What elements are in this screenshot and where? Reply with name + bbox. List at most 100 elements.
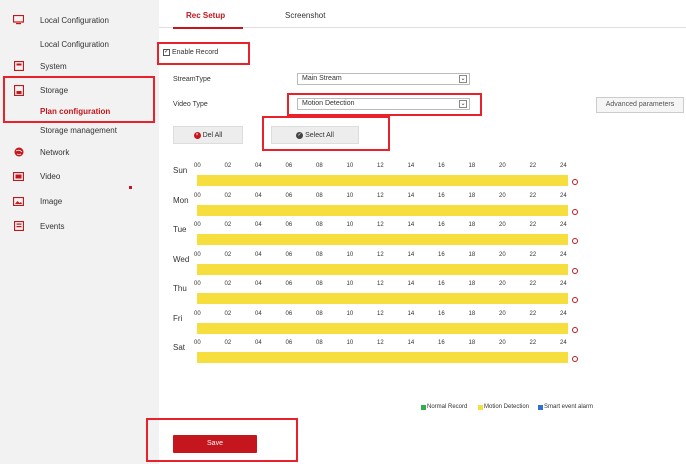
hour-tick-label: 22 — [529, 281, 537, 287]
hour-tick-label: 20 — [499, 163, 506, 169]
sidebar-item-label: Network — [40, 147, 70, 157]
hour-tick-label: 08 — [316, 251, 323, 258]
monitor-icon — [13, 15, 24, 25]
highlight-box — [287, 93, 482, 116]
legend-label: Normal Record — [427, 404, 468, 410]
sidebar-item-local-configuration[interactable]: Local Configuration — [0, 9, 159, 31]
hour-tick-label: 10 — [346, 310, 354, 317]
schedule-bar-mon[interactable] — [197, 204, 568, 216]
sidebar-sub-local-configuration[interactable]: Local Configuration — [40, 40, 109, 49]
legend-smart-event-alarm: Smart event alarm — [538, 404, 593, 410]
clear-day-icon[interactable] — [572, 179, 578, 185]
hour-tick-label: 12 — [377, 251, 384, 258]
image-icon — [13, 196, 24, 206]
sidebar-item-video[interactable]: Video — [0, 165, 159, 187]
hour-tick-label: 18 — [468, 163, 476, 169]
clear-day-icon[interactable] — [572, 297, 578, 303]
hour-tick-label: 20 — [499, 310, 506, 317]
legend-normal-record: Normal Record — [421, 404, 467, 410]
schedule-bar-sun[interactable] — [197, 175, 568, 186]
delete-icon: × — [193, 131, 201, 139]
hour-tick-label: 18 — [468, 251, 476, 258]
sidebar-sub-storage-management[interactable]: Storage management — [40, 126, 117, 135]
stream-type-label: StreamType — [173, 76, 211, 83]
schedule-bar-thu[interactable] — [197, 293, 568, 304]
schedule-bar-wed[interactable] — [197, 263, 568, 275]
hour-tick-label: 02 — [224, 340, 232, 346]
hour-tick-label: 06 — [285, 222, 293, 228]
schedule-bar-fri[interactable] — [197, 322, 568, 334]
hour-tick-label: 06 — [285, 163, 293, 169]
hour-tick-label: 10 — [346, 340, 354, 346]
hour-tick-label: 14 — [407, 192, 415, 199]
hour-tick-label: 12 — [377, 340, 384, 346]
highlight-box — [146, 418, 298, 462]
stream-type-value: Main Stream — [302, 75, 342, 82]
hour-tick-label: 12 — [377, 281, 384, 287]
hour-tick-label: 22 — [529, 222, 537, 228]
hour-tick-label: 22 — [529, 192, 537, 199]
hour-tick-label: 06 — [285, 251, 293, 258]
legend-label: Motion Detection — [484, 404, 530, 410]
clear-day-icon[interactable] — [572, 238, 578, 244]
clear-day-icon[interactable] — [572, 356, 578, 362]
hour-tick-label: 08 — [316, 310, 323, 317]
del-all-button[interactable]: × Del All — [173, 126, 243, 144]
legend-swatch — [478, 404, 483, 410]
hour-tick-label: 24 — [560, 310, 567, 317]
clear-day-icon[interactable] — [572, 208, 578, 215]
hour-tick-label: 16 — [438, 222, 445, 228]
day-label-tue: Tue — [173, 225, 187, 234]
hour-tick-label: 04 — [255, 222, 262, 228]
clear-day-icon[interactable] — [572, 267, 578, 274]
active-tab-underline — [173, 27, 243, 29]
tab-bar: Rec Setup Screenshot — [159, 0, 686, 28]
hour-tick-label: 14 — [407, 340, 415, 346]
hour-tick-label: 00 — [194, 192, 201, 199]
hour-tick-label: 02 — [224, 192, 232, 199]
hour-tick-label: 00 — [194, 281, 201, 287]
hour-tick-label: 00 — [194, 251, 201, 258]
indicator-dot — [129, 186, 132, 189]
schedule-bar-sat[interactable] — [197, 352, 568, 363]
highlight-box — [3, 76, 155, 123]
chevron-down-icon[interactable]: ⌄ — [459, 75, 467, 83]
sidebar-item-image[interactable]: Image — [0, 190, 159, 212]
hour-tick-label: 04 — [255, 281, 262, 287]
hour-tick-label: 24 — [560, 192, 567, 199]
clear-day-icon[interactable] — [572, 326, 578, 333]
hour-tick-label: 22 — [529, 310, 537, 317]
tab-screenshot[interactable]: Screenshot — [285, 11, 325, 20]
hour-tick-label: 24 — [560, 163, 567, 169]
video-icon — [13, 171, 24, 181]
sidebar-item-network[interactable]: Network — [0, 141, 159, 163]
advanced-parameters-button[interactable]: Advanced parameters — [596, 97, 684, 113]
hour-tick-label: 16 — [438, 340, 445, 346]
hour-tick-label: 20 — [499, 281, 506, 287]
day-label-mon: Mon — [173, 195, 189, 205]
schedule-bar-tue[interactable] — [197, 234, 568, 245]
hour-tick-label: 06 — [285, 192, 293, 199]
day-label-wed: Wed — [173, 254, 190, 264]
tab-rec-setup[interactable]: Rec Setup — [186, 11, 225, 20]
hour-tick-label: 02 — [224, 222, 232, 228]
hour-tick-label: 22 — [529, 340, 537, 346]
hour-tick-label: 24 — [560, 281, 567, 287]
sidebar-item-events[interactable]: Events — [0, 215, 159, 237]
sidebar-item-system[interactable]: System — [0, 55, 159, 77]
stream-type-select[interactable]: Main Stream ⌄ — [297, 73, 470, 85]
hour-tick-label: 24 — [560, 222, 567, 228]
highlight-box — [262, 116, 390, 151]
video-type-label: Video Type — [173, 101, 208, 108]
hour-tick-label: 12 — [377, 310, 384, 317]
legend-swatch — [421, 404, 426, 410]
hour-tick-label: 02 — [224, 281, 232, 287]
hour-tick-label: 10 — [346, 281, 354, 287]
sidebar-item-label: Events — [40, 221, 65, 231]
hour-tick-label: 10 — [346, 192, 354, 199]
hour-tick-label: 02 — [224, 251, 232, 258]
hour-tick-label: 10 — [346, 163, 354, 169]
hour-tick-label: 16 — [438, 192, 445, 199]
hour-tick-label: 08 — [316, 163, 323, 169]
hour-tick-label: 12 — [377, 192, 384, 199]
